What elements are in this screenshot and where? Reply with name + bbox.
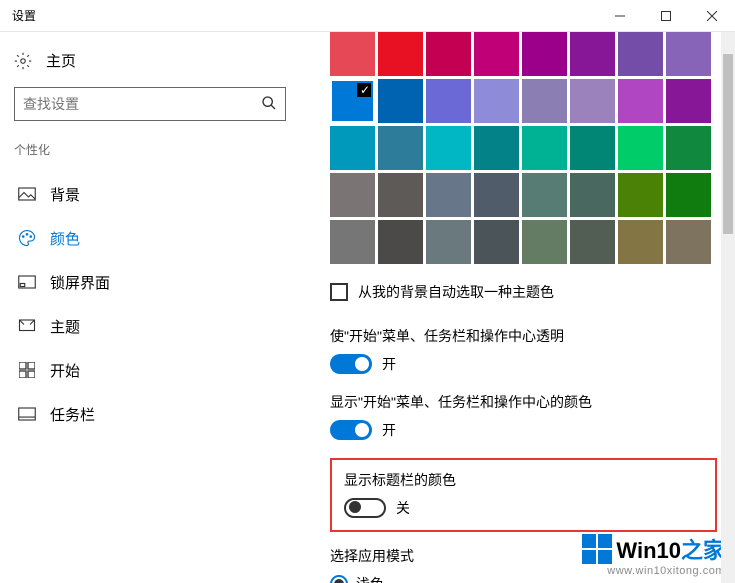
color-swatch[interactable]: [522, 126, 567, 170]
color-swatch[interactable]: [474, 220, 519, 264]
color-swatch[interactable]: [330, 220, 375, 264]
color-swatch[interactable]: [618, 220, 663, 264]
color-swatch[interactable]: [666, 220, 711, 264]
color-swatch[interactable]: [474, 126, 519, 170]
radio-label: 浅色: [356, 574, 384, 583]
color-swatch[interactable]: [330, 126, 375, 170]
color-swatch[interactable]: [522, 32, 567, 76]
checkbox-icon[interactable]: [330, 283, 348, 301]
theme-icon: [18, 317, 36, 335]
nav-label: 任务栏: [50, 404, 95, 425]
lockscreen-icon: [18, 275, 36, 289]
color-swatch[interactable]: ✓: [330, 79, 375, 123]
gear-icon: [14, 52, 32, 70]
color-swatch[interactable]: [330, 173, 375, 217]
color-swatch[interactable]: [618, 126, 663, 170]
color-swatch[interactable]: [570, 79, 615, 123]
color-swatch[interactable]: [618, 32, 663, 76]
color-swatch[interactable]: [666, 126, 711, 170]
section-label: 个性化: [14, 141, 286, 158]
setting-show-color: 显示"开始"菜单、任务栏和操作中心的颜色 开: [330, 392, 717, 440]
setting-transparent: 使"开始"菜单、任务栏和操作中心透明 开: [330, 326, 717, 374]
color-swatch[interactable]: [474, 32, 519, 76]
window-controls: [597, 0, 735, 32]
color-swatch[interactable]: [570, 126, 615, 170]
color-swatch[interactable]: [666, 79, 711, 123]
auto-color-label: 从我的背景自动选取一种主题色: [358, 282, 554, 302]
color-swatch[interactable]: [474, 79, 519, 123]
close-button[interactable]: [689, 0, 735, 32]
watermark: Win10之家 www.win10xitong.com: [582, 533, 725, 577]
color-swatch[interactable]: [426, 173, 471, 217]
toggle-title-color[interactable]: [344, 498, 386, 518]
watermark-brand: Win10之家: [616, 533, 725, 565]
toggle-show-color[interactable]: [330, 420, 372, 440]
picture-icon: [18, 187, 36, 201]
window-title: 设置: [12, 7, 597, 24]
scrollbar-thumb[interactable]: [723, 54, 733, 234]
color-swatch[interactable]: [666, 32, 711, 76]
nav-label: 开始: [50, 360, 80, 381]
color-grid: ✓: [330, 32, 717, 264]
taskbar-icon: [18, 407, 36, 421]
start-icon: [18, 362, 36, 378]
nav-label: 背景: [50, 184, 80, 205]
color-swatch[interactable]: [618, 79, 663, 123]
content-pane: ✓ 从我的背景自动选取一种主题色 使"开始"菜单、任务栏和操作中心透明 开 显示…: [300, 32, 735, 583]
toggle-state: 开: [382, 354, 396, 374]
search-icon: [261, 95, 277, 114]
toggle-state: 开: [382, 420, 396, 440]
color-swatch[interactable]: [522, 79, 567, 123]
setting-label: 显示标题栏的颜色: [344, 470, 703, 490]
maximize-button[interactable]: [643, 0, 689, 32]
scrollbar[interactable]: [721, 32, 735, 583]
setting-label: 显示"开始"菜单、任务栏和操作中心的颜色: [330, 392, 717, 412]
search-box[interactable]: [14, 87, 286, 121]
color-swatch[interactable]: [570, 173, 615, 217]
setting-title-color: 显示标题栏的颜色 关: [344, 470, 703, 518]
color-swatch[interactable]: [426, 126, 471, 170]
nav-colors[interactable]: 颜色: [14, 216, 286, 260]
color-swatch[interactable]: [570, 220, 615, 264]
titlebar: 设置: [0, 0, 735, 32]
search-input[interactable]: [23, 96, 261, 112]
palette-icon: [18, 229, 36, 247]
nav-lockscreen[interactable]: 锁屏界面: [14, 260, 286, 304]
check-icon: ✓: [360, 83, 370, 97]
sidebar: 主页 个性化 背景 颜色 锁屏界面 主题 开始 任务栏: [0, 32, 300, 583]
color-swatch[interactable]: [666, 173, 711, 217]
color-swatch[interactable]: [378, 79, 423, 123]
color-swatch[interactable]: [522, 220, 567, 264]
color-swatch[interactable]: [522, 173, 567, 217]
nav-label: 主题: [50, 316, 80, 337]
color-swatch[interactable]: [426, 32, 471, 76]
color-swatch[interactable]: [330, 32, 375, 76]
nav-background[interactable]: 背景: [14, 172, 286, 216]
radio-icon[interactable]: [330, 575, 348, 583]
home-link[interactable]: 主页: [14, 50, 286, 71]
home-label: 主页: [46, 50, 76, 71]
nav-themes[interactable]: 主题: [14, 304, 286, 348]
color-swatch[interactable]: [378, 32, 423, 76]
nav-label: 锁屏界面: [50, 272, 110, 293]
color-swatch[interactable]: [426, 79, 471, 123]
nav-taskbar[interactable]: 任务栏: [14, 392, 286, 436]
color-swatch[interactable]: [570, 32, 615, 76]
color-swatch[interactable]: [378, 126, 423, 170]
toggle-transparent[interactable]: [330, 354, 372, 374]
color-swatch[interactable]: [378, 173, 423, 217]
windows-logo-icon: [582, 534, 612, 564]
color-swatch[interactable]: [426, 220, 471, 264]
color-swatch[interactable]: [378, 220, 423, 264]
auto-color-row[interactable]: 从我的背景自动选取一种主题色: [330, 282, 717, 302]
nav-label: 颜色: [50, 228, 80, 249]
setting-label: 使"开始"菜单、任务栏和操作中心透明: [330, 326, 717, 346]
highlight-box: 显示标题栏的颜色 关: [330, 458, 717, 532]
nav-start[interactable]: 开始: [14, 348, 286, 392]
minimize-button[interactable]: [597, 0, 643, 32]
toggle-state: 关: [396, 498, 410, 518]
color-swatch[interactable]: [474, 173, 519, 217]
watermark-url: www.win10xitong.com: [582, 565, 725, 577]
color-swatch[interactable]: [618, 173, 663, 217]
